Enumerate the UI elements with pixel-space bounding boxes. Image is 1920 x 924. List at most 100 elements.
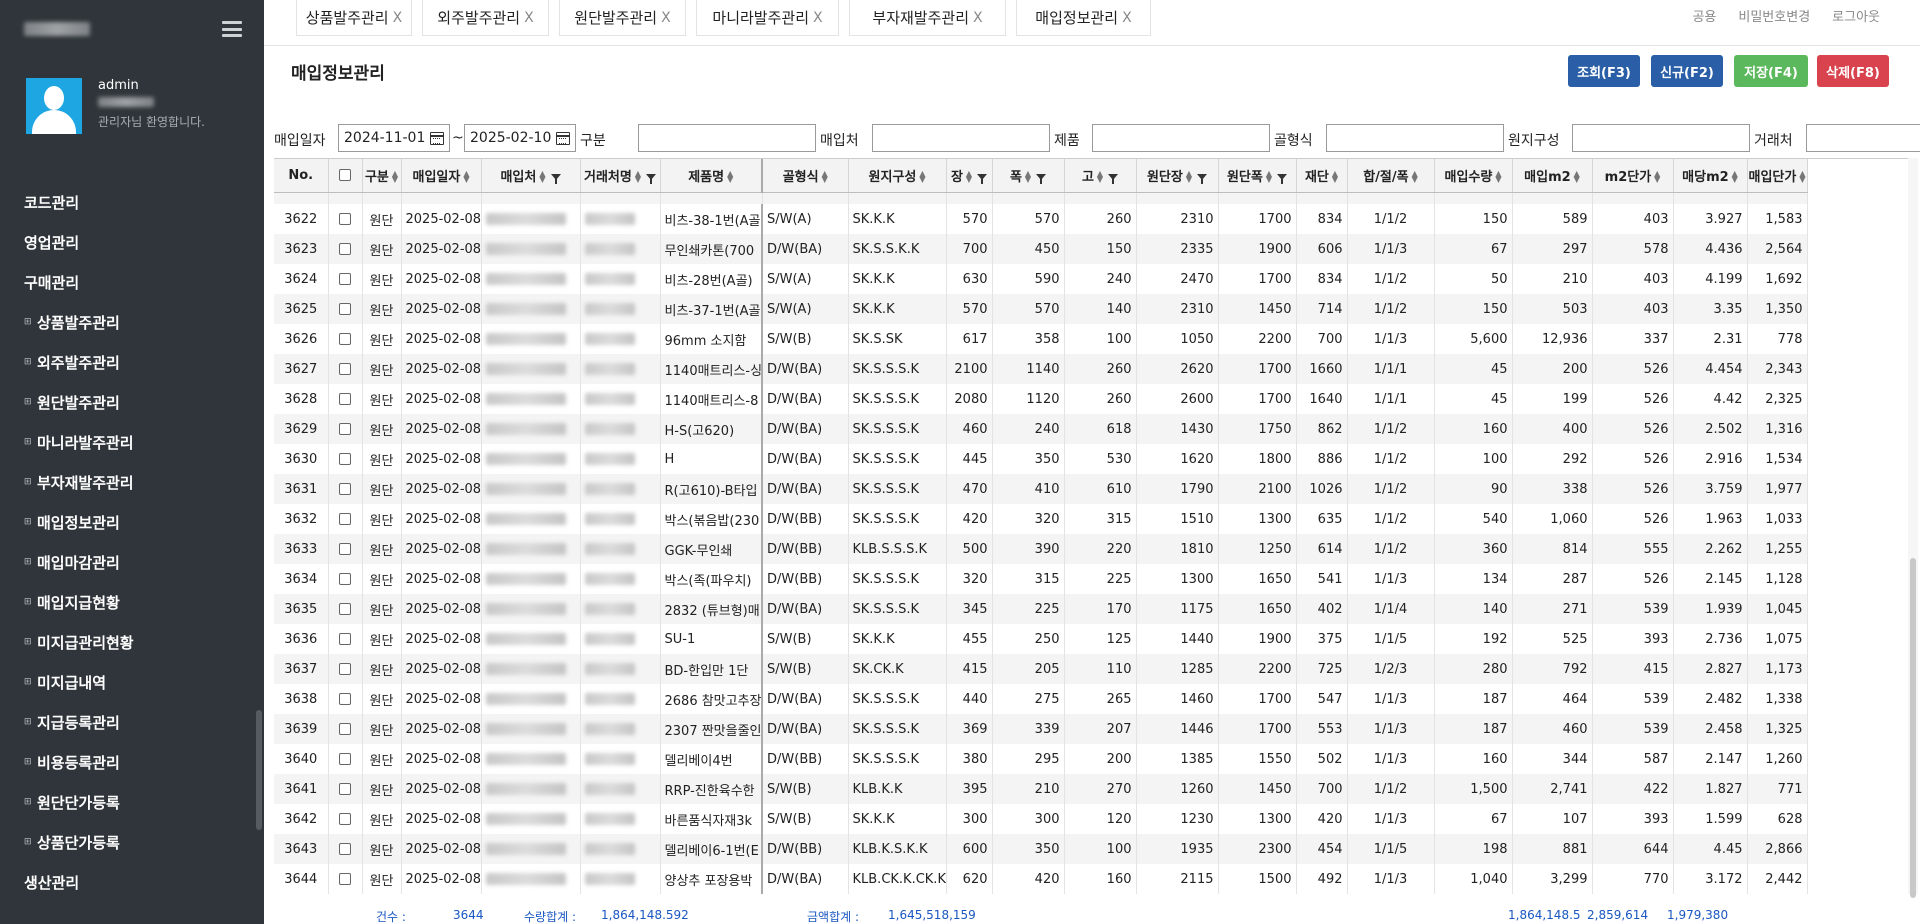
table-row[interactable]: 3633 원단 2025-02-08 GGK-무인쇄 D/W(BB) KLB.S.S.S.… (274, 534, 1808, 564)
sort-icon[interactable]: ▲ ▼ (822, 170, 828, 184)
sort-icon[interactable]: ▲ ▼ (1266, 170, 1272, 184)
row-checkbox[interactable] (339, 453, 351, 465)
filter-icon[interactable] (977, 174, 988, 185)
sidebar-item-14[interactable]: ⊞ 비용등록관리 (0, 742, 264, 782)
link-common[interactable]: 공용 (1692, 6, 1716, 25)
table-row[interactable]: 3639 원단 2025-02-08 2307 짠맛을줄인 D/W(BA) SK.S.S.… (274, 714, 1808, 744)
row-checkbox[interactable] (339, 843, 351, 855)
sidebar-item-2[interactable]: 구매관리 (0, 262, 264, 302)
row-checkbox[interactable] (339, 783, 351, 795)
sort-icon[interactable]: ▲ ▼ (966, 170, 972, 184)
column-header-15[interactable]: 합/절/폭 ▲ ▼ (1347, 159, 1435, 193)
sidebar-item-4[interactable]: ⊞ 외주발주관리 (0, 342, 264, 382)
column-header-14[interactable]: 재단 ▲ ▼ (1296, 159, 1348, 193)
sidebar-item-1[interactable]: 영업관리 (0, 222, 264, 262)
table-row[interactable]: 3642 원단 2025-02-08 바른품식자재3k S/W(B) SK.K.K 300 3… (274, 804, 1808, 834)
sort-icon[interactable]: ▲ ▼ (1574, 170, 1580, 184)
row-checkbox[interactable] (339, 663, 351, 675)
column-header-17[interactable]: 매입m2 ▲ ▼ (1512, 159, 1593, 193)
product-input[interactable] (1092, 124, 1270, 152)
sidebar-item-0[interactable]: 코드관리 (0, 182, 264, 222)
sort-icon[interactable]: ▲ ▼ (727, 170, 733, 184)
link-change-password[interactable]: 비밀번호변경 (1738, 6, 1810, 25)
select-all-checkbox[interactable] (339, 169, 351, 182)
close-icon[interactable]: X (973, 10, 983, 26)
sort-icon[interactable]: ▲ ▼ (1186, 170, 1192, 184)
column-header-19[interactable]: 매당m2 ▲ ▼ (1673, 159, 1748, 193)
link-logout[interactable]: 로그아웃 (1832, 6, 1880, 25)
sidebar-item-16[interactable]: ⊞ 상품단가등록 (0, 822, 264, 862)
sidebar-scrollbar[interactable] (256, 710, 262, 830)
table-row[interactable]: 3638 원단 2025-02-08 2686 참맛고추장 D/W(BA) SK.S.S.… (274, 684, 1808, 714)
grid-scrollbar[interactable] (1908, 158, 1918, 898)
row-checkbox[interactable] (339, 813, 351, 825)
calendar-icon[interactable] (430, 132, 444, 145)
sort-icon[interactable]: ▲ ▼ (1025, 170, 1031, 184)
row-checkbox[interactable] (339, 363, 351, 375)
row-checkbox[interactable] (339, 603, 351, 615)
column-header-11[interactable]: 고 ▲ ▼ (1064, 159, 1137, 193)
customer-input[interactable] (1806, 124, 1920, 152)
row-checkbox[interactable] (339, 393, 351, 405)
new-button[interactable]: 신규(F2) (1651, 55, 1723, 87)
sidebar-item-17[interactable]: 생산관리 (0, 862, 264, 902)
filter-icon[interactable] (646, 174, 656, 185)
table-row[interactable]: 3640 원단 2025-02-08 델리베이4번 D/W(BB) SK.S.S.S.K 3… (274, 744, 1808, 774)
filter-icon[interactable] (1036, 174, 1047, 185)
row-checkbox[interactable] (339, 873, 351, 885)
sort-icon[interactable]: ▲ ▼ (1732, 170, 1738, 184)
column-header-7[interactable]: 골형식 ▲ ▼ (762, 159, 849, 193)
sort-icon[interactable]: ▲ ▼ (1799, 170, 1805, 184)
sidebar-item-8[interactable]: ⊞ 매입정보관리 (0, 502, 264, 542)
row-checkbox[interactable] (339, 333, 351, 345)
sort-icon[interactable]: ▲ ▼ (1097, 170, 1103, 184)
table-row[interactable]: 3637 원단 2025-02-08 BD-한입만 1단 S/W(B) SK.CK.K 41… (274, 654, 1808, 684)
table-row[interactable]: 3628 원단 2025-02-08 1140매트리스-8 D/W(BA) SK.S.S.… (274, 384, 1808, 414)
sidebar-item-10[interactable]: ⊞ 매입지급현황 (0, 582, 264, 622)
table-row[interactable]: 3631 원단 2025-02-08 R(고610)-B타입 D/W(BA) SK.S.S… (274, 474, 1808, 504)
close-icon[interactable]: X (524, 10, 534, 26)
tab-3[interactable]: 마니라발주관리 X (696, 0, 839, 36)
sidebar-item-9[interactable]: ⊞ 매입마감관리 (0, 542, 264, 582)
sidebar-item-7[interactable]: ⊞ 부자재발주관리 (0, 462, 264, 502)
column-header-5[interactable]: 거래처명 ▲ ▼ (580, 159, 661, 193)
column-header-2[interactable]: 구분 ▲ ▼ (362, 159, 402, 193)
table-row[interactable]: 3629 원단 2025-02-08 H-S(고620) D/W(BA) SK.S.S.S… (274, 414, 1808, 444)
paper-config-input[interactable] (1572, 124, 1750, 152)
table-row[interactable]: 3626 원단 2025-02-08 96mm 소지함 S/W(B) SK.S.SK 617… (274, 324, 1808, 354)
column-header-6[interactable]: 제품명 ▲ ▼ (660, 159, 763, 193)
column-header-13[interactable]: 원단폭 ▲ ▼ (1218, 159, 1297, 193)
column-header-0[interactable]: No. (274, 159, 329, 193)
column-header-3[interactable]: 매입일자 ▲ ▼ (401, 159, 482, 193)
sort-icon[interactable]: ▲ ▼ (1654, 170, 1660, 184)
table-row[interactable]: 3622 원단 2025-02-08 비츠-38-1번(A골 S/W(A) SK.K.K 5… (274, 204, 1808, 234)
column-header-16[interactable]: 매입수량 ▲ ▼ (1434, 159, 1513, 193)
row-checkbox[interactable] (339, 483, 351, 495)
sidebar-item-5[interactable]: ⊞ 원단발주관리 (0, 382, 264, 422)
close-icon[interactable]: X (661, 10, 671, 26)
save-button[interactable]: 저장(F4) (1734, 55, 1808, 87)
filter-icon[interactable] (1197, 174, 1208, 185)
row-checkbox[interactable] (339, 213, 351, 225)
sort-icon[interactable]: ▲ ▼ (635, 170, 641, 184)
filter-icon[interactable] (1108, 174, 1119, 185)
calendar-icon[interactable] (556, 132, 570, 145)
row-checkbox[interactable] (339, 273, 351, 285)
row-checkbox[interactable] (339, 573, 351, 585)
table-row[interactable]: 3636 원단 2025-02-08 SU-1 S/W(B) SK.K.K 455 250 12… (274, 624, 1808, 654)
close-icon[interactable]: X (1122, 10, 1132, 26)
table-row[interactable]: 3623 원단 2025-02-08 무인쇄카톤(700 D/W(BA) SK.S.S.K… (274, 234, 1808, 264)
column-header-10[interactable]: 폭 ▲ ▼ (992, 159, 1065, 193)
sort-icon[interactable]: ▲ ▼ (1332, 170, 1338, 184)
row-checkbox[interactable] (339, 423, 351, 435)
sidebar-item-13[interactable]: ⊞ 지급등록관리 (0, 702, 264, 742)
delete-button[interactable]: 삭제(F8) (1817, 55, 1889, 87)
sort-icon[interactable]: ▲ ▼ (463, 170, 469, 184)
row-checkbox[interactable] (339, 633, 351, 645)
column-header-12[interactable]: 원단장 ▲ ▼ (1136, 159, 1219, 193)
sidebar-item-11[interactable]: ⊞ 미지급관리현황 (0, 622, 264, 662)
row-checkbox[interactable] (339, 723, 351, 735)
column-header-1[interactable] (328, 159, 363, 193)
table-row[interactable]: 3632 원단 2025-02-08 박스(볶음밥(230 D/W(BB) SK.S.S.… (274, 504, 1808, 534)
date-from-input[interactable]: 2024-11-01 (338, 124, 450, 152)
